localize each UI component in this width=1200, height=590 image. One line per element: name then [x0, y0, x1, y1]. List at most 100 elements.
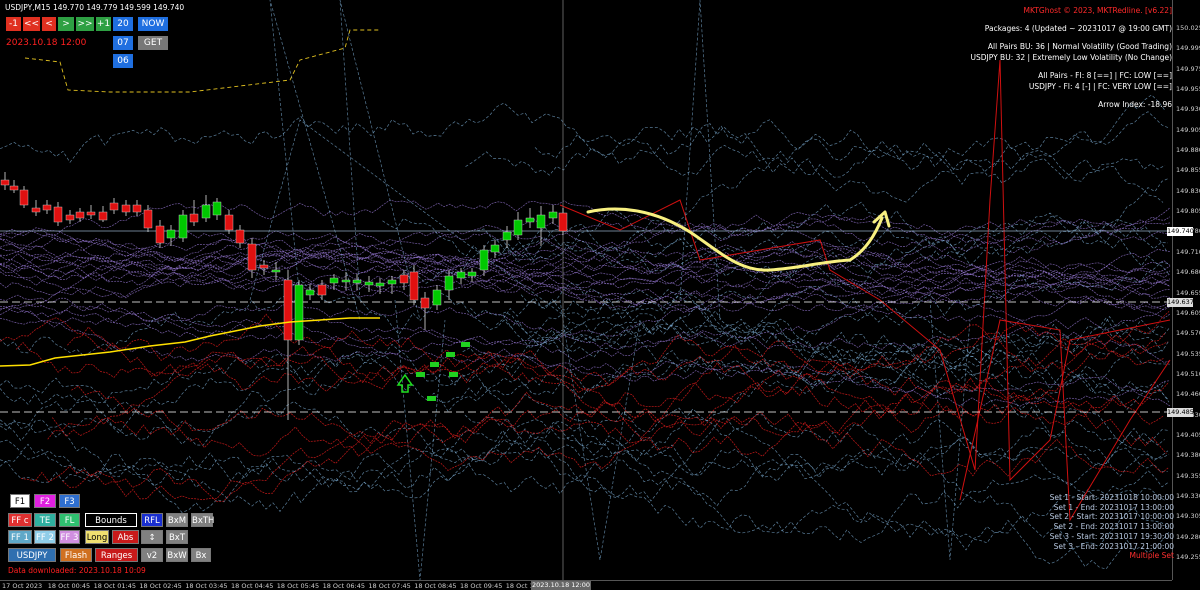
tool-button-20[interactable]: v2	[141, 548, 163, 562]
tool-button-1[interactable]: F2	[34, 494, 56, 508]
price-tick: 150.025	[1176, 24, 1200, 32]
price-tick: 149.855	[1176, 166, 1200, 175]
nav-right-button-3[interactable]: GET	[138, 36, 168, 50]
nav-button-5[interactable]: +1	[96, 17, 111, 31]
nav-button-4[interactable]: >>	[76, 17, 94, 31]
candlestick	[283, 279, 293, 341]
candlestick	[502, 231, 512, 241]
ghost-blue-line	[0, 322, 1170, 442]
nav-right-button-0[interactable]: 20	[113, 17, 133, 31]
candlestick	[420, 297, 430, 309]
tool-button-18[interactable]: Flash	[60, 548, 92, 562]
nav-right-button-1[interactable]: NOW	[138, 17, 168, 31]
tool-button-9[interactable]: BxTH	[191, 513, 214, 527]
price-tick: 149.975	[1176, 64, 1200, 73]
nav-button-1[interactable]: <<	[23, 17, 40, 31]
candlestick	[178, 214, 188, 239]
tool-button-5[interactable]: FL	[59, 513, 80, 527]
set-line: Set 2 - Start: 20231017 10:00:00	[1049, 512, 1174, 522]
tool-button-7[interactable]: RFL	[141, 513, 163, 527]
ghost-purple-line	[0, 230, 1171, 296]
candlestick	[201, 204, 211, 219]
tool-button-12[interactable]: FF 3	[59, 530, 80, 544]
candlestick	[444, 275, 454, 291]
tool-button-15[interactable]: ↕	[141, 530, 163, 544]
tool-button-16[interactable]: BxT	[166, 530, 188, 544]
candlestick	[109, 202, 119, 211]
ghost-blue-line	[0, 177, 1170, 357]
price-tick: 149.280	[1176, 532, 1200, 541]
signal-dash	[449, 372, 458, 377]
nav-right-button-4[interactable]: 06	[113, 54, 133, 68]
tool-button-2[interactable]: F3	[59, 494, 80, 508]
tool-button-22[interactable]: Bx	[191, 548, 211, 562]
candlestick	[0, 179, 10, 186]
price-tick: 149.930	[1176, 105, 1200, 114]
signal-dash	[461, 342, 470, 347]
time-tick: 18 Oct 07:45	[368, 582, 411, 590]
ghost-purple-line	[0, 279, 1171, 337]
signal-dash	[427, 396, 436, 401]
tool-button-0[interactable]: F1	[10, 494, 30, 508]
arrow-index-text: Arrow Index: -18.96	[1098, 100, 1172, 109]
nav-button-0[interactable]: -1	[6, 17, 21, 31]
price-tick: 149.535	[1176, 349, 1200, 358]
candlestick	[235, 229, 245, 244]
time-tick: 18 Oct 03:45	[185, 582, 228, 590]
tool-button-3[interactable]: FF c	[8, 513, 32, 527]
price-tick: 149.955	[1176, 85, 1200, 94]
tool-button-17[interactable]: USDJPY	[8, 548, 56, 562]
candlestick	[42, 204, 52, 211]
nav-right-button-2[interactable]: 07	[113, 36, 133, 50]
ghost-spike-line	[269, 0, 361, 321]
price-tick: 149.305	[1176, 512, 1200, 521]
candlestick	[479, 249, 489, 271]
ghost-spike-line	[559, 299, 641, 561]
ghost-purple-line	[0, 302, 1171, 398]
tool-button-13[interactable]: Long	[85, 530, 109, 544]
info-title: MKTGhost © 2023, MKTRedline. [v6.22]	[1023, 6, 1172, 15]
ghost-purple-line	[0, 214, 1171, 286]
time-tick: 18 Oct 01:45	[93, 582, 136, 590]
set-line: Set 3 - Start: 20231017 19:30:00	[1049, 531, 1174, 541]
time-tick: 18 Oct 00:45	[47, 582, 91, 590]
usdjpy-fi-text: USDJPY - FI: 4 [-] | FC: VERY LOW [==]	[1028, 82, 1172, 91]
tool-button-6[interactable]: Bounds	[85, 513, 137, 527]
candlestick	[409, 271, 419, 301]
tool-button-14[interactable]: Abs	[112, 530, 139, 544]
candlestick	[98, 211, 108, 221]
nav-button-3[interactable]: >	[58, 17, 74, 31]
price-tick: 149.830	[1176, 186, 1200, 195]
ghost-purple-line	[0, 227, 1171, 289]
candlestick	[294, 284, 304, 341]
candlestick	[271, 269, 281, 273]
tool-button-21[interactable]: BxW	[166, 548, 188, 562]
price-tick: 149.460	[1176, 390, 1200, 399]
candlestick	[143, 209, 153, 229]
current-time-tag: 2023.10.18 12:00	[531, 581, 591, 590]
set-line: Set 2 - End: 20231017 13:00:00	[1053, 522, 1174, 532]
candlestick	[352, 279, 362, 284]
time-tick: 17 Oct 2023	[2, 582, 43, 590]
candlestick	[329, 277, 339, 284]
candlestick	[536, 214, 546, 229]
nav-button-2[interactable]: <	[42, 17, 56, 31]
tool-button-4[interactable]: TE	[34, 513, 56, 527]
candlestick	[467, 271, 477, 277]
tool-button-10[interactable]: FF 1	[8, 530, 32, 544]
packages-text: Packages: 4 (Updated ~ 20231017 @ 19:00 …	[984, 24, 1172, 33]
tool-button-11[interactable]: FF 2	[34, 530, 56, 544]
time-tick: 18 Oct 02:45	[139, 582, 182, 590]
candlestick	[224, 214, 234, 231]
price-tick: 149.605	[1176, 308, 1200, 317]
upper-level-tag: 149.637	[1167, 298, 1194, 307]
candlestick	[9, 185, 19, 191]
tool-button-19[interactable]: Ranges	[95, 548, 138, 562]
ghost-blue-line	[0, 102, 1170, 173]
candlestick	[490, 244, 500, 253]
candlestick	[189, 213, 199, 223]
tool-button-8[interactable]: BxM	[166, 513, 188, 527]
candlestick	[86, 211, 96, 216]
ghost-purple-line	[0, 212, 1171, 269]
candlestick	[456, 271, 466, 279]
